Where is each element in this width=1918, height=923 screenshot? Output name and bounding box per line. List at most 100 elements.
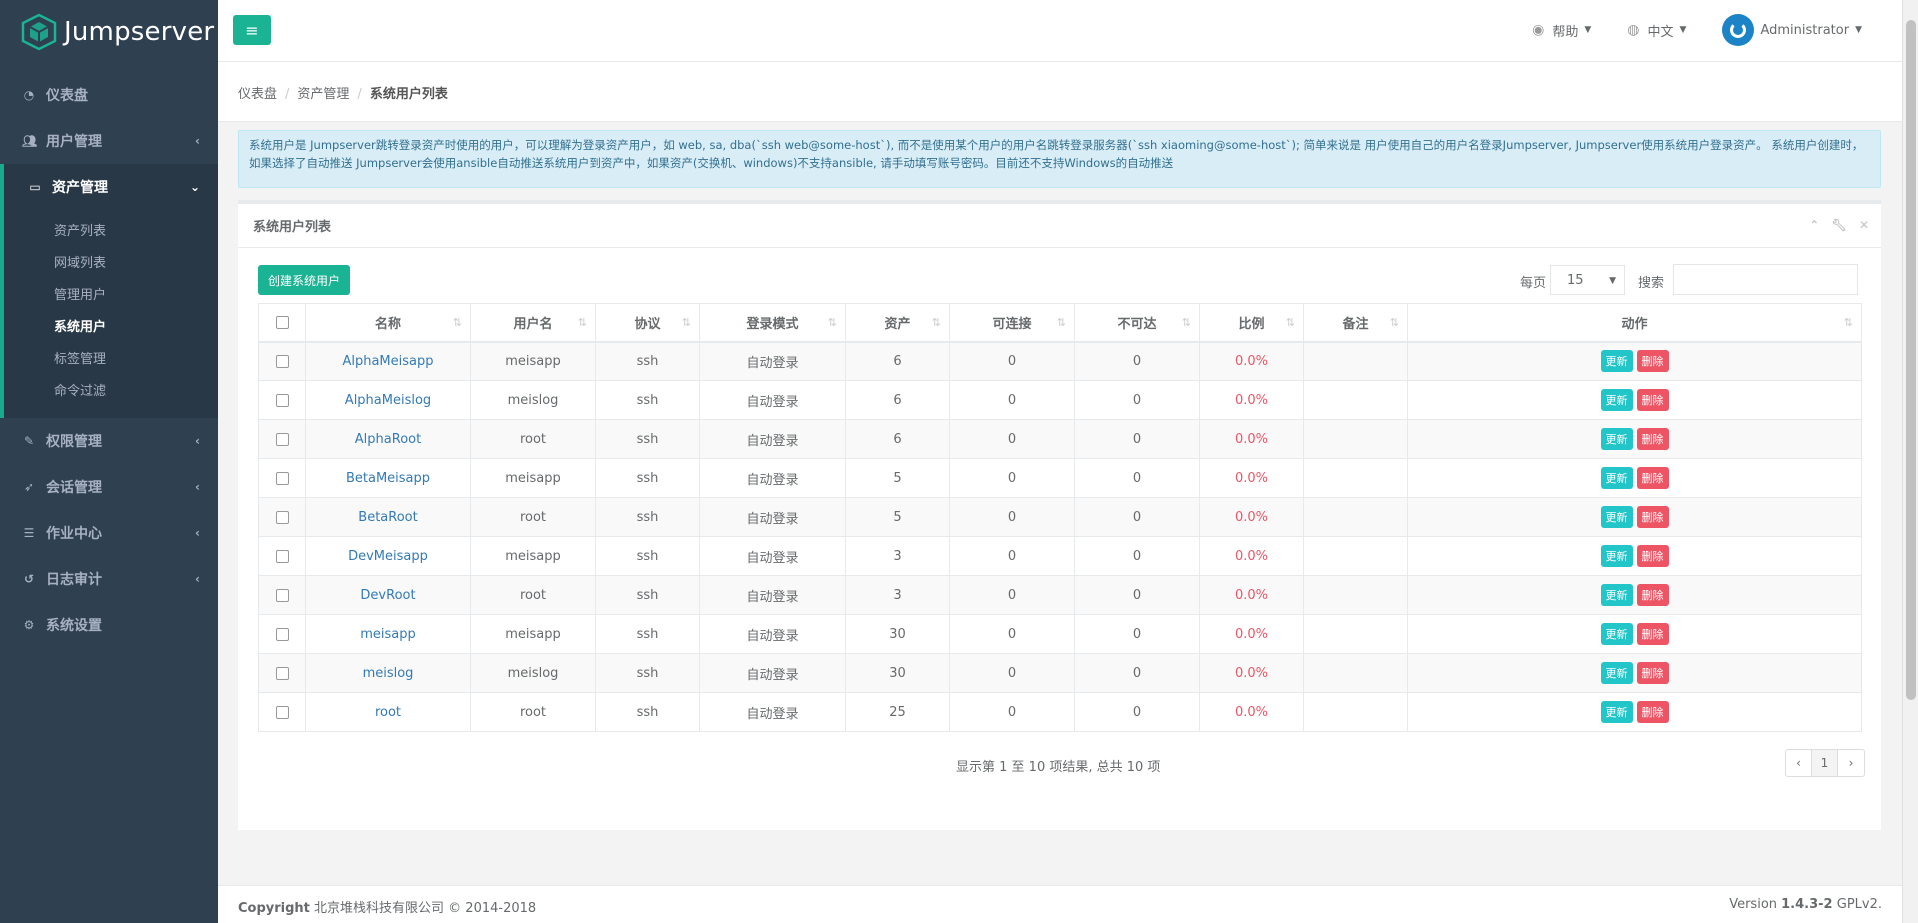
- cell-name[interactable]: root: [305, 692, 471, 732]
- cell-username: meisapp: [470, 458, 596, 498]
- scrollbar-thumb[interactable]: [1906, 20, 1916, 700]
- select-all-checkbox[interactable]: [275, 315, 289, 329]
- delete-button[interactable]: 删除: [1636, 350, 1669, 373]
- row-checkbox[interactable]: [275, 549, 289, 563]
- create-system-user-button[interactable]: 创建系统用户: [258, 265, 351, 295]
- chevron-up-icon[interactable]: ⌃: [1809, 218, 1819, 232]
- sidebar-item-assets[interactable]: ▭ 资产管理 ⌄: [0, 164, 218, 210]
- user-menu[interactable]: Administrator ▼: [1722, 14, 1862, 46]
- sidebar-subitem-system-users[interactable]: 系统用户: [4, 312, 218, 344]
- delete-button[interactable]: 删除: [1636, 545, 1669, 567]
- logo-text: Jumpserver: [64, 17, 215, 47]
- row-select-cell: [258, 536, 306, 576]
- page-scrollbar[interactable]: [1902, 0, 1918, 923]
- cell-actions: 更新 删除: [1407, 536, 1862, 576]
- sidebar-subitem-asset-list[interactable]: 资产列表: [4, 216, 218, 248]
- sidebar-item-users[interactable]: 👥︎ 用户管理 ‹: [0, 118, 218, 164]
- page-length-select[interactable]: 15 ▼: [1550, 265, 1625, 295]
- sidebar-item-dashboard[interactable]: ◔ 仪表盘: [0, 72, 218, 118]
- delete-button[interactable]: 删除: [1636, 467, 1669, 489]
- column-header-label: 不可达: [1117, 316, 1157, 332]
- delete-button[interactable]: 删除: [1636, 662, 1669, 684]
- cell-name[interactable]: DevRoot: [305, 575, 471, 615]
- help-menu[interactable]: ◉ 帮助 ▼: [1532, 21, 1591, 40]
- column-header[interactable]: 登录模式 ⇅: [699, 303, 846, 343]
- update-button[interactable]: 更新: [1600, 701, 1633, 723]
- eye-icon: ◉: [1532, 22, 1545, 38]
- sidebar-item-settings[interactable]: ⚙ 系统设置: [0, 602, 218, 648]
- update-button[interactable]: 更新: [1600, 584, 1633, 606]
- cell-actions: 更新 删除: [1407, 380, 1862, 420]
- update-button[interactable]: 更新: [1600, 662, 1633, 684]
- cell-unreachable: 0: [1074, 497, 1200, 537]
- cell-name[interactable]: AlphaRoot: [305, 419, 471, 459]
- column-header[interactable]: 用户名 ⇅: [470, 303, 596, 343]
- breadcrumb-home[interactable]: 仪表盘: [238, 87, 277, 102]
- cell-assets: 3: [845, 536, 950, 576]
- sidebar-subitem-admin-users[interactable]: 管理用户: [4, 280, 218, 312]
- update-button[interactable]: 更新: [1600, 545, 1633, 567]
- delete-button[interactable]: 删除: [1636, 623, 1669, 645]
- column-header[interactable]: 动作 ⇅: [1407, 303, 1862, 343]
- delete-button[interactable]: 删除: [1636, 584, 1669, 606]
- column-header[interactable]: 协议 ⇅: [595, 303, 700, 343]
- row-checkbox[interactable]: [275, 705, 289, 719]
- column-header[interactable]: 可连接 ⇅: [949, 303, 1075, 343]
- tasks-icon: ☰: [23, 526, 35, 540]
- pager-prev-button[interactable]: ‹: [1786, 750, 1812, 776]
- column-header[interactable]: 资产 ⇅: [845, 303, 950, 343]
- cell-name[interactable]: AlphaMeisapp: [305, 341, 471, 381]
- table-row: meislog meislog ssh 自动登录 30 0 0 0.0% 更新 删除: [258, 653, 1862, 693]
- row-checkbox[interactable]: [275, 471, 289, 485]
- row-checkbox[interactable]: [275, 510, 289, 524]
- cell-assets: 25: [845, 692, 950, 732]
- sidebar-item-permissions[interactable]: ✎ 权限管理 ‹: [0, 418, 218, 464]
- cell-name[interactable]: AlphaMeislog: [305, 380, 471, 420]
- row-checkbox[interactable]: [275, 627, 289, 641]
- delete-button[interactable]: 删除: [1636, 428, 1669, 450]
- pager-page-button[interactable]: 1: [1812, 750, 1838, 776]
- breadcrumb-section[interactable]: 资产管理: [297, 87, 349, 102]
- cell-name[interactable]: BetaRoot: [305, 497, 471, 537]
- sidebar-subitem-labels[interactable]: 标签管理: [4, 344, 218, 376]
- cell-name[interactable]: meislog: [305, 653, 471, 693]
- delete-button[interactable]: 删除: [1636, 701, 1669, 723]
- row-checkbox[interactable]: [275, 354, 289, 368]
- column-header[interactable]: 不可达 ⇅: [1074, 303, 1200, 343]
- row-checkbox[interactable]: [275, 393, 289, 407]
- sidebar-item-audit[interactable]: ↺ 日志审计 ‹: [0, 556, 218, 602]
- language-menu[interactable]: ◍ 中文 ▼: [1627, 21, 1686, 40]
- pager-next-button[interactable]: ›: [1838, 750, 1864, 776]
- column-header-label: 登录模式: [746, 316, 799, 332]
- row-checkbox[interactable]: [275, 432, 289, 446]
- update-button[interactable]: 更新: [1600, 350, 1633, 373]
- wrench-icon[interactable]: 🔧︎: [1832, 218, 1847, 232]
- sidebar-subitem-command-filter[interactable]: 命令过滤: [4, 376, 218, 408]
- sidebar-toggle-button[interactable]: ≡: [233, 15, 271, 45]
- cell-connectable: 0: [949, 380, 1075, 420]
- sidebar-item-jobs[interactable]: ☰ 作业中心 ‹: [0, 510, 218, 556]
- column-header[interactable]: 名称 ⇅: [305, 303, 471, 343]
- logo[interactable]: Jumpserver: [0, 0, 218, 64]
- cell-comment: [1303, 380, 1408, 420]
- delete-button[interactable]: 删除: [1636, 506, 1669, 528]
- row-checkbox[interactable]: [275, 666, 289, 680]
- sidebar-subitem-domain-list[interactable]: 网域列表: [4, 248, 218, 280]
- update-button[interactable]: 更新: [1600, 467, 1633, 489]
- cell-name[interactable]: BetaMeisapp: [305, 458, 471, 498]
- delete-button[interactable]: 删除: [1636, 389, 1669, 411]
- close-icon[interactable]: ✕: [1859, 218, 1869, 232]
- column-header[interactable]: 比例 ⇅: [1199, 303, 1304, 343]
- update-button[interactable]: 更新: [1600, 623, 1633, 645]
- update-button[interactable]: 更新: [1600, 389, 1633, 411]
- update-button[interactable]: 更新: [1600, 506, 1633, 528]
- update-button[interactable]: 更新: [1600, 428, 1633, 450]
- sidebar-item-sessions[interactable]: ➶ 会话管理 ‹: [0, 464, 218, 510]
- search-input[interactable]: [1673, 264, 1858, 295]
- column-header[interactable]: 备注 ⇅: [1303, 303, 1408, 343]
- row-checkbox[interactable]: [275, 588, 289, 602]
- cell-name[interactable]: meisapp: [305, 614, 471, 654]
- cell-name[interactable]: DevMeisapp: [305, 536, 471, 576]
- sidebar: Jumpserver ◔ 仪表盘 👥︎ 用户管理 ‹ ▭ 资产管理 ⌄ 资产列表…: [0, 0, 218, 923]
- cell-unreachable: 0: [1074, 575, 1200, 615]
